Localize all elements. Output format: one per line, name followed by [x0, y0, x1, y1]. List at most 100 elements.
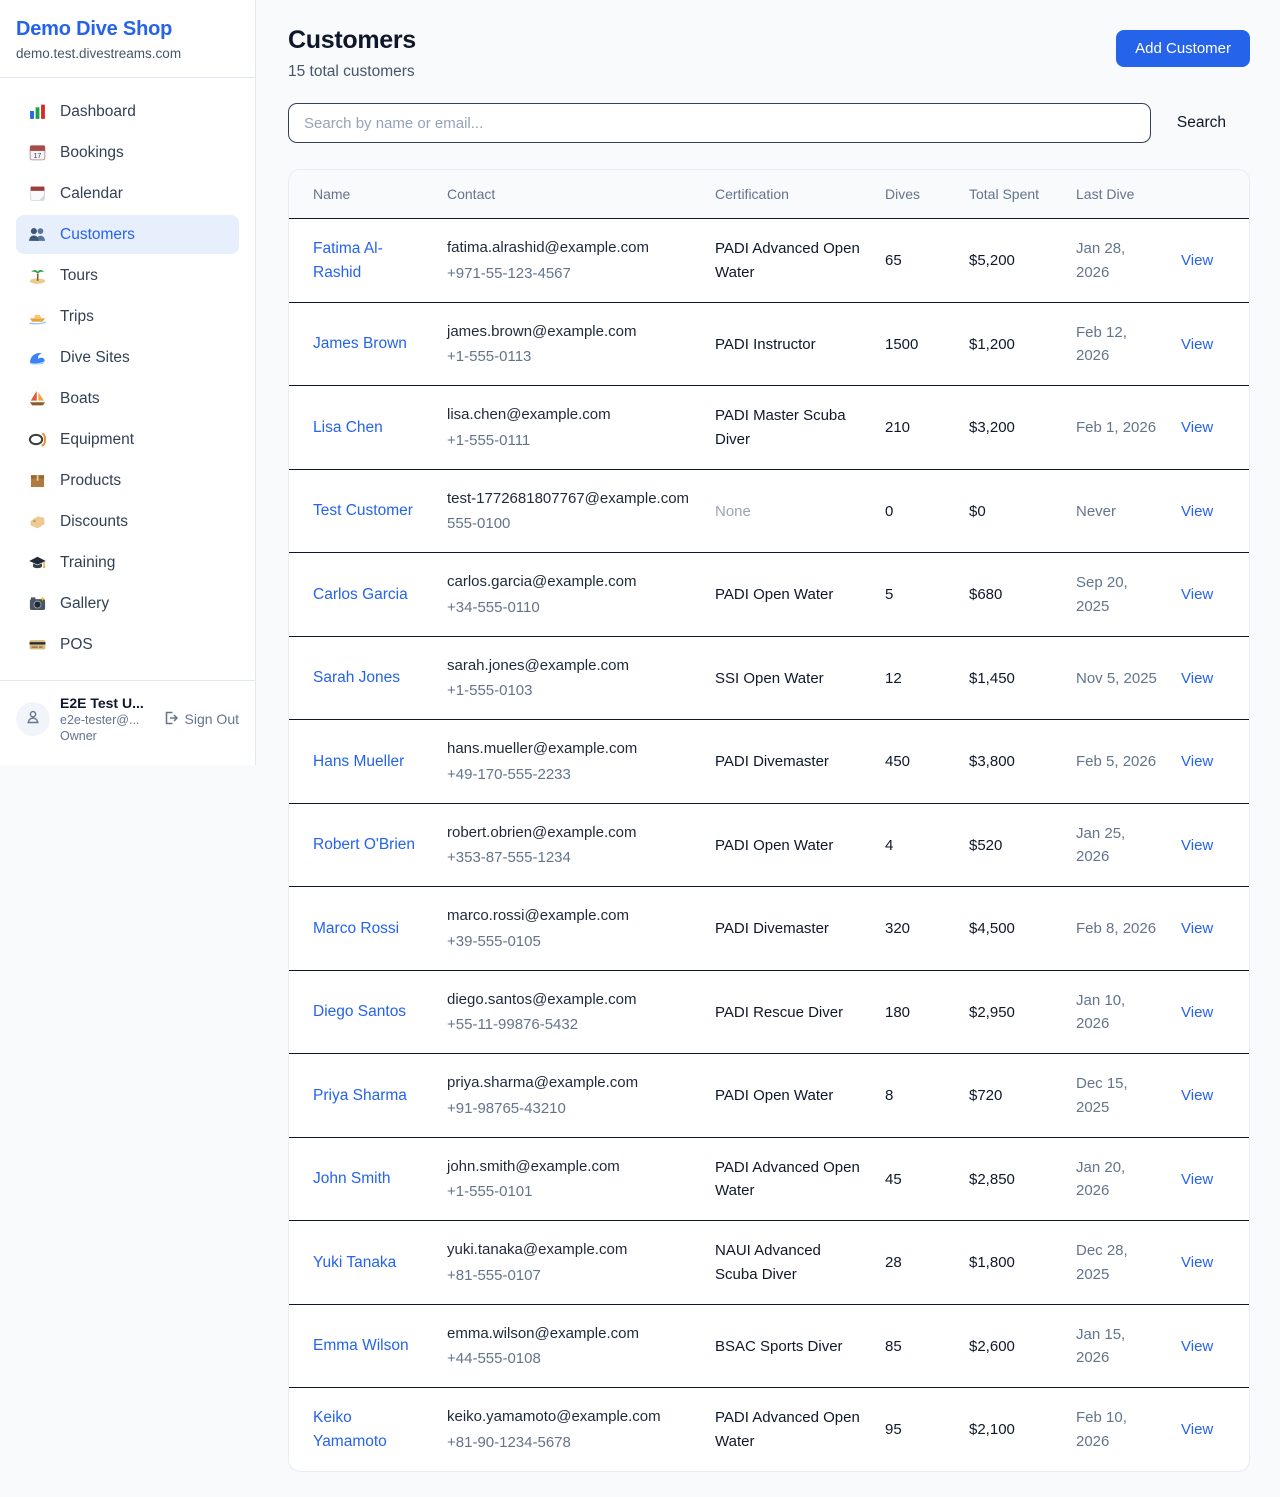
view-link[interactable]: View	[1181, 1004, 1213, 1021]
customer-certification: PADI Open Water	[715, 1087, 833, 1104]
view-link[interactable]: View	[1181, 503, 1213, 520]
customer-last-dive: Feb 5, 2026	[1076, 753, 1156, 770]
sidebar-item-pos[interactable]: POS	[16, 625, 239, 664]
customer-total-spent: $4,500	[969, 920, 1015, 937]
customer-name-link[interactable]: Carlos Garcia	[313, 586, 408, 603]
sidebar-item-label: Equipment	[60, 431, 134, 449]
sidebar-item-tours[interactable]: Tours	[16, 256, 239, 295]
user-block: E2E Test U... e2e-tester@... Owner Sign …	[0, 680, 255, 757]
customer-certification: BSAC Sports Diver	[715, 1338, 843, 1355]
customer-last-dive: Jan 10, 2026	[1076, 992, 1125, 1032]
user-icon	[24, 708, 42, 731]
view-link[interactable]: View	[1181, 586, 1213, 603]
customer-email: keiko.yamamoto@example.com	[447, 1405, 691, 1428]
customer-name-link[interactable]: Priya Sharma	[313, 1087, 407, 1104]
customer-email: hans.mueller@example.com	[447, 737, 691, 760]
page-header-text: Customers 15 total customers	[288, 26, 416, 81]
sidebar-item-bookings[interactable]: 17Bookings	[16, 133, 239, 172]
sidebar-item-gallery[interactable]: Gallery	[16, 584, 239, 623]
customer-name-link[interactable]: Diego Santos	[313, 1003, 406, 1020]
search-input[interactable]	[288, 103, 1151, 143]
add-customer-button[interactable]: Add Customer	[1116, 30, 1250, 67]
sidebar-item-calendar[interactable]: Calendar	[16, 174, 239, 213]
customer-email: yuki.tanaka@example.com	[447, 1238, 691, 1261]
view-link[interactable]: View	[1181, 753, 1213, 770]
customer-dives: 0	[885, 503, 893, 520]
view-link[interactable]: View	[1181, 252, 1213, 269]
view-link[interactable]: View	[1181, 1421, 1213, 1438]
customer-dives: 1500	[885, 336, 918, 353]
customer-name-link[interactable]: Lisa Chen	[313, 419, 383, 436]
table-row: Hans Mueller hans.mueller@example.com +4…	[289, 720, 1249, 804]
customer-total-spent: $2,850	[969, 1171, 1015, 1188]
customer-last-dive: Sep 20, 2025	[1076, 574, 1128, 614]
sidebar-item-label: Gallery	[60, 595, 109, 613]
table-row: Emma Wilson emma.wilson@example.com +44-…	[289, 1304, 1249, 1388]
customer-name-link[interactable]: Fatima Al-Rashid	[313, 240, 383, 281]
sidebar-item-equipment[interactable]: Equipment	[16, 420, 239, 459]
sidebar-item-dive-sites[interactable]: Dive Sites	[16, 338, 239, 377]
view-link[interactable]: View	[1181, 1254, 1213, 1271]
customer-certification: NAUI Advanced Scuba Diver	[715, 1242, 821, 1282]
customer-name-link[interactable]: Sarah Jones	[313, 669, 400, 686]
customer-phone: +353-87-555-1234	[447, 846, 691, 869]
column-header-dives: Dives	[873, 170, 957, 219]
customer-name-link[interactable]: Keiko Yamamoto	[313, 1409, 387, 1450]
customer-certification: PADI Instructor	[715, 336, 816, 353]
training-icon	[28, 553, 47, 572]
sidebar-item-boats[interactable]: Boats	[16, 379, 239, 418]
customer-certification: SSI Open Water	[715, 670, 824, 687]
table-row: Diego Santos diego.santos@example.com +5…	[289, 970, 1249, 1054]
customers-table-card: NameContactCertificationDivesTotal Spent…	[288, 169, 1250, 1472]
customer-last-dive: Jan 20, 2026	[1076, 1159, 1125, 1199]
customer-name-link[interactable]: John Smith	[313, 1170, 391, 1187]
sidebar-item-training[interactable]: Training	[16, 543, 239, 582]
pos-icon	[28, 635, 47, 654]
customer-certification: PADI Advanced Open Water	[715, 240, 860, 280]
customer-email: priya.sharma@example.com	[447, 1071, 691, 1094]
table-row: Keiko Yamamoto keiko.yamamoto@example.co…	[289, 1388, 1249, 1471]
view-link[interactable]: View	[1181, 920, 1213, 937]
table-body: Fatima Al-Rashid fatima.alrashid@example…	[289, 219, 1249, 1471]
column-header-contact: Contact	[435, 170, 703, 219]
customer-email: james.brown@example.com	[447, 320, 691, 343]
customer-count: 15 total customers	[288, 63, 416, 81]
customer-name-link[interactable]: Marco Rossi	[313, 920, 399, 937]
customer-name-link[interactable]: Robert O'Brien	[313, 836, 415, 853]
customer-last-dive: Jan 25, 2026	[1076, 825, 1125, 865]
customer-name-link[interactable]: Yuki Tanaka	[313, 1254, 396, 1271]
sidebar-item-trips[interactable]: Trips	[16, 297, 239, 336]
customer-total-spent: $1,200	[969, 336, 1015, 353]
sidebar-item-dashboard[interactable]: Dashboard	[16, 92, 239, 131]
search-button[interactable]: Search	[1151, 114, 1250, 132]
customer-name-link[interactable]: Hans Mueller	[313, 753, 404, 770]
sidebar-item-products[interactable]: Products	[16, 461, 239, 500]
view-link[interactable]: View	[1181, 670, 1213, 687]
sidebar-item-customers[interactable]: Customers	[16, 215, 239, 254]
discounts-icon	[28, 512, 47, 531]
view-link[interactable]: View	[1181, 419, 1213, 436]
view-link[interactable]: View	[1181, 837, 1213, 854]
avatar	[16, 702, 50, 736]
sign-out-button[interactable]: Sign Out	[163, 710, 239, 729]
customer-name-link[interactable]: James Brown	[313, 335, 407, 352]
column-header-action	[1169, 170, 1249, 219]
sidebar-item-label: Calendar	[60, 185, 123, 203]
view-link[interactable]: View	[1181, 1338, 1213, 1355]
sidebar-item-discounts[interactable]: Discounts	[16, 502, 239, 541]
column-header-certification: Certification	[703, 170, 873, 219]
customer-name-link[interactable]: Test Customer	[313, 502, 413, 519]
customer-name-link[interactable]: Emma Wilson	[313, 1337, 409, 1354]
customer-email: sarah.jones@example.com	[447, 654, 691, 677]
view-link[interactable]: View	[1181, 1171, 1213, 1188]
customer-email: emma.wilson@example.com	[447, 1322, 691, 1345]
customers-table: NameContactCertificationDivesTotal Spent…	[289, 170, 1249, 1471]
customer-phone: +971-55-123-4567	[447, 262, 691, 285]
view-link[interactable]: View	[1181, 336, 1213, 353]
customer-last-dive: Nov 5, 2025	[1076, 670, 1157, 687]
customer-dives: 4	[885, 837, 893, 854]
customer-email: carlos.garcia@example.com	[447, 570, 691, 593]
customer-dives: 85	[885, 1338, 902, 1355]
customer-certification: None	[715, 503, 751, 520]
view-link[interactable]: View	[1181, 1087, 1213, 1104]
